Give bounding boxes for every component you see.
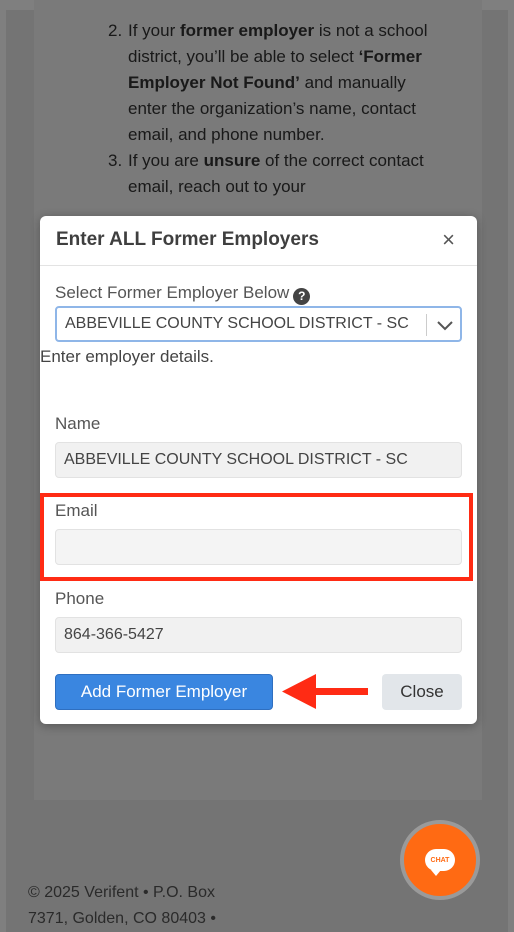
- chat-icon: CHAT: [425, 849, 455, 876]
- phone-field-value: 864-366-5427: [64, 626, 164, 643]
- close-button[interactable]: Close: [382, 674, 462, 710]
- chat-button[interactable]: CHAT: [400, 820, 480, 900]
- employer-select-value: ABBEVILLE COUNTY SCHOOL DISTRICT - SC: [65, 315, 409, 332]
- select-employer-label-text: Select Former Employer Below: [55, 283, 290, 302]
- name-label: Name: [55, 414, 101, 433]
- email-label: Email: [55, 501, 98, 520]
- help-icon[interactable]: ?: [293, 288, 311, 305]
- add-former-employer-button[interactable]: Add Former Employer: [55, 674, 273, 710]
- name-field-value: ABBEVILLE COUNTY SCHOOL DISTRICT - SC: [64, 451, 408, 468]
- phone-label: Phone: [55, 589, 105, 608]
- modal-title: Enter ALL Former Employers: [56, 229, 319, 250]
- select-employer-label: Select Former Employer Below?: [55, 283, 311, 305]
- chat-label: CHAT: [430, 856, 450, 864]
- chevron-down-icon[interactable]: [433, 315, 457, 335]
- helper-text: Enter employer details.: [40, 347, 214, 366]
- employer-select[interactable]: ABBEVILLE COUNTY SCHOOL DISTRICT - SC: [55, 306, 462, 342]
- close-icon[interactable]: ×: [442, 228, 455, 252]
- name-field[interactable]: ABBEVILLE COUNTY SCHOOL DISTRICT - SC: [55, 442, 462, 478]
- select-divider: [426, 314, 427, 336]
- email-field[interactable]: [55, 529, 462, 565]
- arrow-left-icon: [282, 674, 368, 709]
- modal-header: Enter ALL Former Employers ×: [40, 216, 477, 266]
- employer-modal: Enter ALL Former Employers × Select Form…: [40, 216, 477, 724]
- phone-field[interactable]: 864-366-5427: [55, 617, 462, 653]
